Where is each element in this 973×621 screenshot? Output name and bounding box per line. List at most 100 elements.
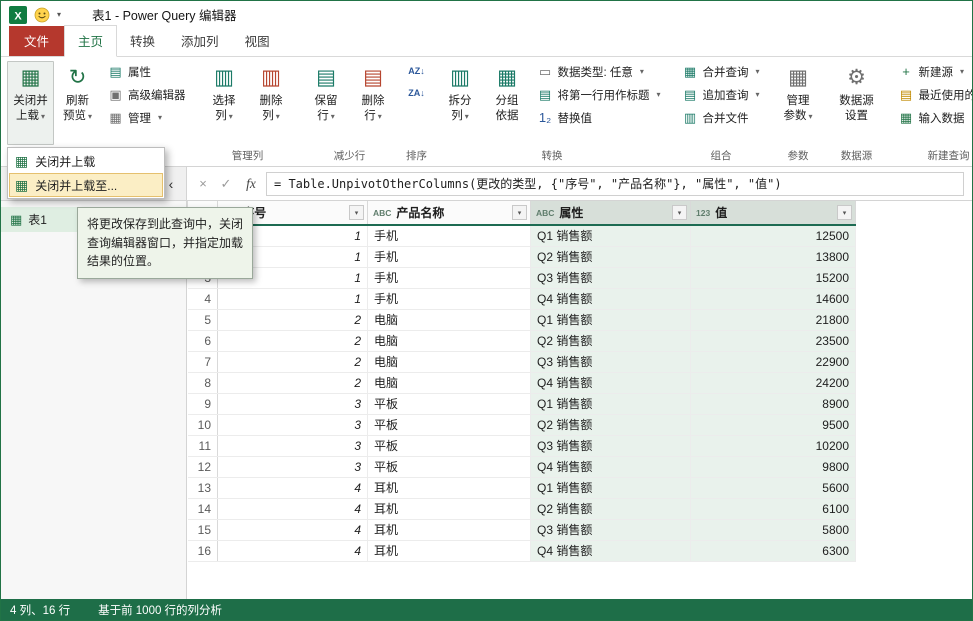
cell[interactable]: 平板 [367, 435, 531, 457]
cell[interactable]: 电脑 [367, 372, 531, 394]
cell[interactable]: 4 [217, 540, 368, 562]
cell[interactable]: Q2 销售额 [530, 498, 691, 520]
append-queries-button[interactable]: ▤ 追加查询 ▾ [676, 84, 767, 105]
cell[interactable]: 6100 [690, 498, 856, 520]
cell[interactable]: 4 [217, 498, 368, 520]
column-header-3[interactable]: ABC 属性 ▾ [530, 201, 691, 226]
cell[interactable]: Q4 销售额 [530, 288, 691, 310]
manage-button[interactable]: ▦ 管理 ▾ [101, 107, 193, 128]
tab-file[interactable]: 文件 [9, 26, 65, 56]
column-header-2[interactable]: ABC 产品名称 ▾ [367, 201, 531, 226]
properties-button[interactable]: ▤ 属性 [101, 61, 193, 82]
combine-files-button[interactable]: ▥ 合并文件 [676, 107, 767, 128]
new-source-button[interactable]: + 新建源 ▾ [892, 61, 972, 82]
cell[interactable]: 12500 [690, 225, 856, 247]
cell[interactable]: 2 [217, 351, 368, 373]
manage-parameters-button[interactable]: ▦ 管理 参数 ▾ [775, 61, 822, 145]
row-number[interactable]: 11 [187, 435, 218, 457]
cell[interactable]: 13800 [690, 246, 856, 268]
cell[interactable]: 2 [217, 309, 368, 331]
cell[interactable]: 3 [217, 414, 368, 436]
cell[interactable]: 5600 [690, 477, 856, 499]
choose-columns-button[interactable]: ▥ 选择 列 ▾ [201, 61, 248, 145]
cell[interactable]: Q3 销售额 [530, 435, 691, 457]
cell[interactable]: 手机 [367, 225, 531, 247]
cell[interactable]: Q2 销售额 [530, 330, 691, 352]
filter-button[interactable]: ▾ [512, 205, 527, 220]
cell[interactable]: 平板 [367, 414, 531, 436]
cell[interactable]: 耳机 [367, 519, 531, 541]
advanced-editor-button[interactable]: ▣ 高级编辑器 [101, 84, 193, 105]
formula-input[interactable]: = Table.UnpivotOtherColumns(更改的类型, {"序号"… [266, 171, 964, 196]
tab-add-column[interactable]: 添加列 [168, 26, 232, 56]
cell[interactable]: Q4 销售额 [530, 372, 691, 394]
enter-data-button[interactable]: ▦ 输入数据 [892, 107, 972, 128]
cell[interactable]: 平板 [367, 393, 531, 415]
cell[interactable]: 平板 [367, 456, 531, 478]
recent-sources-button[interactable]: ▤ 最近使用的源 ▾ [892, 84, 972, 105]
close-and-load-button[interactable]: ▦ 关闭并 上载 ▾ [7, 61, 54, 145]
cell[interactable]: Q1 销售额 [530, 393, 691, 415]
cell[interactable]: 2 [217, 330, 368, 352]
cell[interactable]: Q1 销售额 [530, 309, 691, 331]
cell[interactable]: 21800 [690, 309, 856, 331]
row-number[interactable]: 9 [187, 393, 218, 415]
cell[interactable]: 15200 [690, 267, 856, 289]
cell[interactable]: Q3 销售额 [530, 519, 691, 541]
cancel-formula-button[interactable]: × [193, 174, 213, 194]
row-number[interactable]: 8 [187, 372, 218, 394]
filter-button[interactable]: ▾ [672, 205, 687, 220]
cell[interactable]: Q2 销售额 [530, 414, 691, 436]
cell[interactable]: 1 [217, 288, 368, 310]
cell[interactable]: 14600 [690, 288, 856, 310]
cell[interactable]: 23500 [690, 330, 856, 352]
cell[interactable]: 电脑 [367, 351, 531, 373]
cell[interactable]: 电脑 [367, 309, 531, 331]
row-number[interactable]: 5 [187, 309, 218, 331]
row-number[interactable]: 15 [187, 519, 218, 541]
cell[interactable]: Q2 销售额 [530, 246, 691, 268]
replace-values-button[interactable]: 1₂ 替换值 [531, 107, 668, 128]
sort-ascending-button[interactable]: AZ↓ [405, 61, 429, 81]
row-number[interactable]: 12 [187, 456, 218, 478]
smiley-feedback-icon[interactable] [34, 7, 50, 23]
cell[interactable]: 8900 [690, 393, 856, 415]
menu-item-close-and-load-to[interactable]: ▦ 关闭并上载至... [9, 173, 163, 197]
cell[interactable]: 3 [217, 456, 368, 478]
qat-customize-icon[interactable]: ▾ [57, 10, 61, 19]
cell[interactable]: 4 [217, 519, 368, 541]
cell[interactable]: Q3 销售额 [530, 267, 691, 289]
refresh-preview-button[interactable]: ↻ 刷新 预览 ▾ [54, 61, 101, 145]
remove-rows-button[interactable]: ▤ 删除 行 ▾ [350, 61, 397, 145]
commit-formula-button[interactable]: ✓ [216, 174, 236, 194]
cell[interactable]: 耳机 [367, 540, 531, 562]
cell[interactable]: Q4 销售额 [530, 540, 691, 562]
split-column-button[interactable]: ▥ 拆分 列 ▾ [437, 61, 484, 145]
merge-queries-button[interactable]: ▦ 合并查询 ▾ [676, 61, 767, 82]
cell[interactable]: Q1 销售额 [530, 477, 691, 499]
use-first-row-as-headers-button[interactable]: ▤ 将第一行用作标题 ▾ [531, 84, 668, 105]
group-by-button[interactable]: ▦ 分组 依据 [484, 61, 531, 145]
cell[interactable]: 耳机 [367, 477, 531, 499]
row-number[interactable]: 4 [187, 288, 218, 310]
cell[interactable]: Q4 销售额 [530, 456, 691, 478]
filter-button[interactable]: ▾ [349, 205, 364, 220]
row-number[interactable]: 13 [187, 477, 218, 499]
tab-view[interactable]: 视图 [232, 26, 283, 56]
row-number[interactable]: 10 [187, 414, 218, 436]
remove-columns-button[interactable]: ▥ 删除 列 ▾ [248, 61, 295, 145]
row-number[interactable]: 14 [187, 498, 218, 520]
tab-home[interactable]: 主页 [64, 25, 118, 57]
cell[interactable]: 手机 [367, 267, 531, 289]
cell[interactable]: 4 [217, 477, 368, 499]
cell[interactable]: 9500 [690, 414, 856, 436]
sort-descending-button[interactable]: ZA↓ [405, 83, 429, 103]
cell[interactable]: 9800 [690, 456, 856, 478]
cell[interactable]: 3 [217, 435, 368, 457]
cell[interactable]: 6300 [690, 540, 856, 562]
cell[interactable]: 手机 [367, 288, 531, 310]
cell[interactable]: 电脑 [367, 330, 531, 352]
cell[interactable]: Q3 销售额 [530, 351, 691, 373]
cell[interactable]: Q1 销售额 [530, 225, 691, 247]
cell[interactable]: 10200 [690, 435, 856, 457]
